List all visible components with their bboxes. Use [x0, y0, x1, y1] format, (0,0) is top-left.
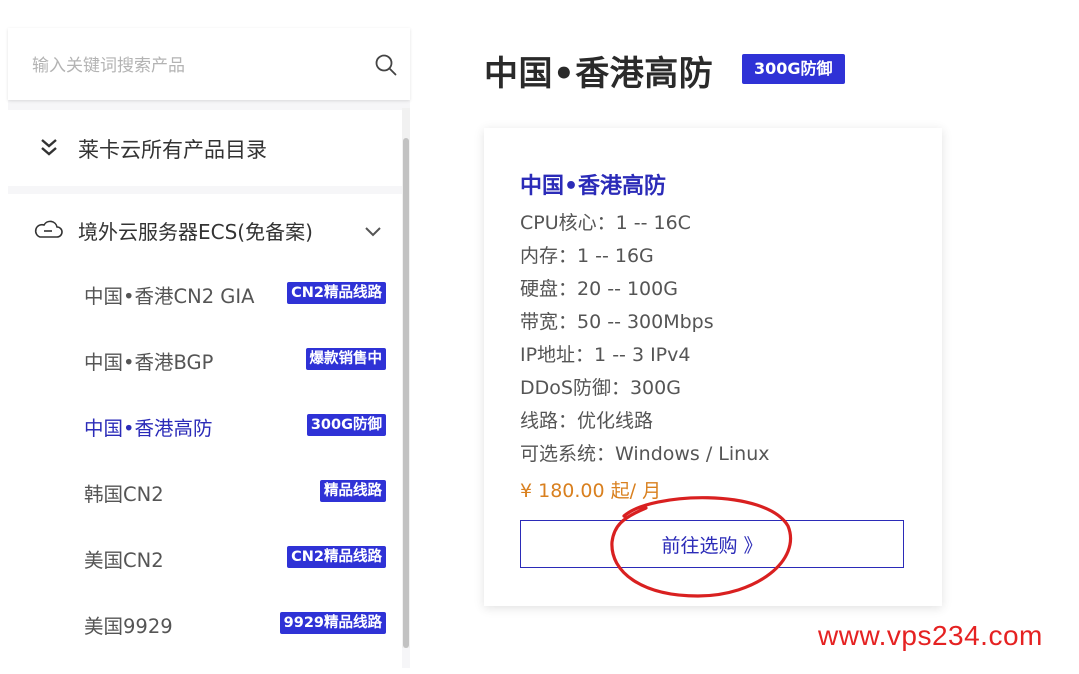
- sidebar: 莱卡云所有产品目录 境外云服务器ECS(免备案) 中国•香港CN2 GIA CN…: [8, 28, 410, 674]
- spec-os: 可选系统：Windows / Linux: [520, 443, 770, 465]
- cloud-icon: [34, 220, 63, 238]
- search-input[interactable]: [30, 50, 354, 82]
- menu-item-label: 韩国CN2: [84, 483, 164, 506]
- search-bar: [8, 28, 410, 100]
- menu-item-badge: CN2精品线路: [287, 282, 386, 304]
- spec-bandwidth: 带宽：50 -- 300Mbps: [520, 311, 714, 333]
- menu-item-hk-high-defense[interactable]: 中国•香港高防 300G防御: [8, 398, 402, 464]
- menu-item-korea-cn2[interactable]: 韩国CN2 精品线路: [8, 464, 402, 530]
- catalog-label: 莱卡云所有产品目录: [78, 138, 267, 162]
- ecs-section-label[interactable]: 境外云服务器ECS(免备案): [78, 216, 313, 245]
- spec-list: CPU核心：1 -- 16C 内存：1 -- 16G 硬盘：20 -- 100G…: [520, 210, 770, 474]
- spec-cpu: CPU核心：1 -- 16C: [520, 212, 691, 234]
- product-card: 中国•香港高防 CPU核心：1 -- 16C 内存：1 -- 16G 硬盘：20…: [484, 128, 942, 606]
- menu-item-badge: 爆款销售中: [305, 348, 386, 370]
- scrollbar-thumb[interactable]: [403, 138, 409, 648]
- menu-item-label: 美国9929: [84, 615, 173, 638]
- spec-memory: 内存：1 -- 16G: [520, 245, 654, 267]
- menu-item-hk-cn2-gia[interactable]: 中国•香港CN2 GIA CN2精品线路: [8, 266, 402, 332]
- menu-item-us-cn2[interactable]: 美国CN2 CN2精品线路: [8, 530, 402, 596]
- sidebar-scrollbar[interactable]: [402, 108, 410, 648]
- title-badge: 300G防御: [742, 54, 845, 84]
- menu-item-label: 中国•香港BGP: [84, 351, 214, 374]
- menu-item-us-9929[interactable]: 美国9929 9929精品线路: [8, 596, 402, 662]
- product-menu-panel: 境外云服务器ECS(免备案) 中国•香港CN2 GIA CN2精品线路 中国•香…: [8, 194, 402, 674]
- menu-item-label: 美国CN2: [84, 549, 164, 572]
- menu-item-badge: 精品线路: [320, 480, 386, 502]
- card-title: 中国•香港高防: [520, 174, 667, 199]
- spec-disk: 硬盘：20 -- 100G: [520, 278, 678, 300]
- spec-ddos: DDoS防御：300G: [520, 377, 681, 399]
- product-catalog-header[interactable]: 莱卡云所有产品目录: [8, 110, 402, 186]
- menu-item-badge: CN2精品线路: [287, 546, 386, 568]
- page-title: 中国•香港高防: [484, 54, 714, 94]
- menu-item-badge: 300G防御: [306, 414, 386, 436]
- double-chevron-down-icon: [41, 139, 57, 156]
- price: ¥ 180.00 起/ 月: [520, 480, 662, 502]
- menu-item-badge: 9929精品线路: [279, 612, 386, 634]
- product-menu: 中国•香港CN2 GIA CN2精品线路 中国•香港BGP 爆款销售中 中国•香…: [8, 266, 402, 662]
- spec-ip: IP地址：1 -- 3 IPv4: [520, 344, 691, 366]
- chevron-down-icon[interactable]: [364, 226, 382, 238]
- buy-button[interactable]: 前往选购 》: [520, 520, 904, 568]
- watermark: www.vps234.com: [818, 620, 1043, 651]
- spec-route: 线路：优化线路: [520, 410, 654, 432]
- menu-item-label: 中国•香港CN2 GIA: [84, 285, 255, 308]
- search-icon[interactable]: [374, 53, 398, 77]
- menu-item-hk-bgp[interactable]: 中国•香港BGP 爆款销售中: [8, 332, 402, 398]
- menu-item-label: 中国•香港高防: [84, 417, 213, 440]
